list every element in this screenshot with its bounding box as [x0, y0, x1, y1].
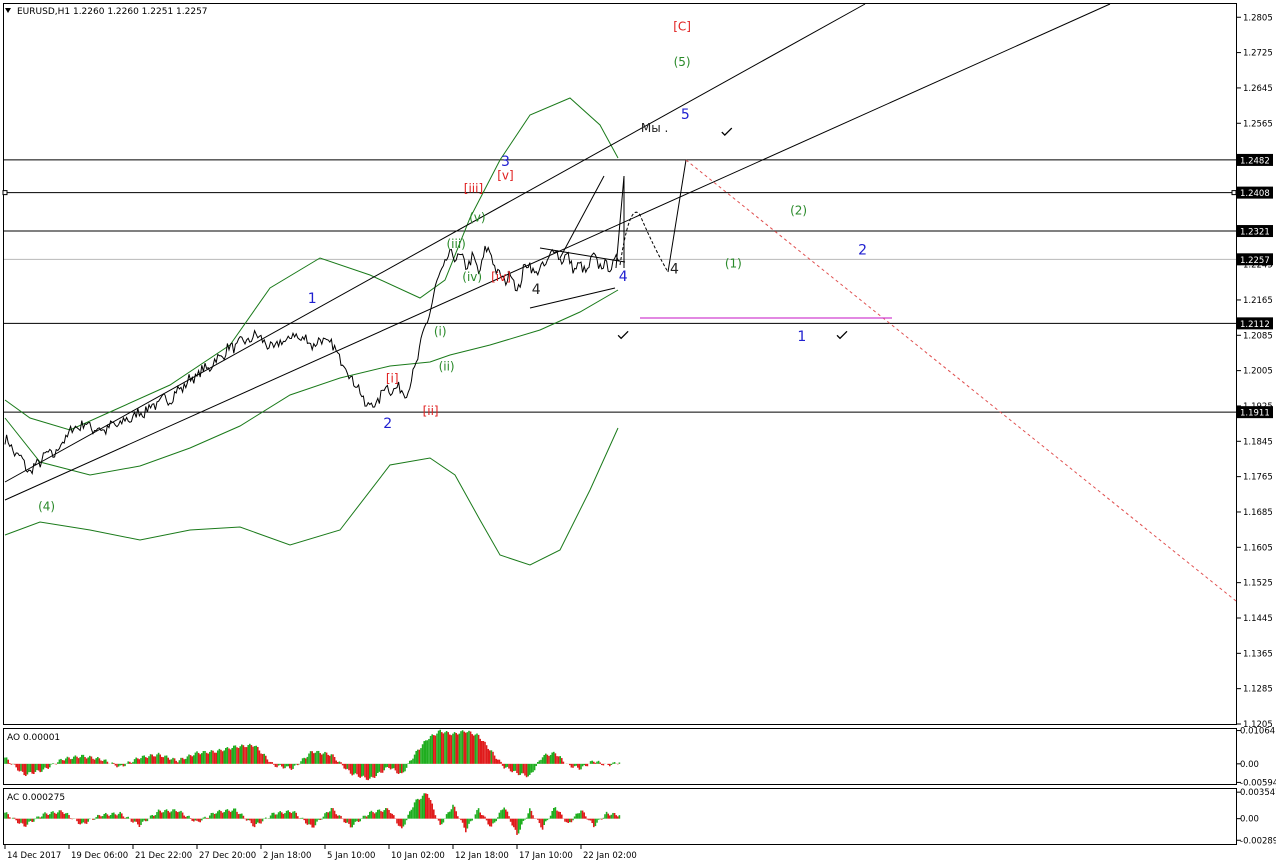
wave-label: 2: [383, 416, 392, 432]
ao-y-axis: 0.01064 0.00 -0.00594: [1237, 727, 1276, 788]
x-tick-label: 17 Jan 10:00: [519, 851, 573, 861]
x-tick-label: 19 Dec 06:00: [71, 851, 128, 861]
level-handle[interactable]: [1231, 190, 1237, 196]
y-tick-label: 1.2725: [1243, 49, 1273, 59]
wave-label: (iii): [447, 237, 466, 251]
wave-label: [iii]: [464, 182, 483, 196]
wave-label: [i]: [386, 372, 399, 386]
x-tick-label: 22 Jan 02:00: [583, 851, 637, 861]
x-tick-label: 10 Jan 02:00: [391, 851, 445, 861]
wave-label: 4: [619, 269, 628, 285]
y-tick-label: 1.2005: [1243, 367, 1273, 377]
x-tick-label: 27 Dec 20:00: [199, 851, 256, 861]
y-tick-label: 1.1765: [1243, 473, 1273, 483]
x-tick-label: 2 Jan 18:00: [263, 851, 311, 861]
y-tick-label: 1.2805: [1243, 13, 1273, 23]
wave-label: (v): [469, 210, 485, 224]
wave-label: (2): [790, 204, 807, 218]
wave-label: 1: [308, 291, 317, 307]
level-price-label: 1.2112: [1240, 320, 1270, 330]
wave-label: (ii): [439, 360, 455, 374]
main-panel-frame: [3, 3, 1237, 725]
ac-y-axis: 0.003547 0.00 -0.00289: [1237, 788, 1276, 846]
wave-label: 1: [797, 329, 806, 345]
wave-label: [v]: [497, 168, 513, 182]
osc-tick-label: 0.01064: [1240, 727, 1275, 737]
level-price-label: 1.2482: [1240, 156, 1270, 166]
x-axis: 14 Dec 2017 19 Dec 06:00 21 Dec 22:00 27 De…: [4, 845, 637, 861]
wave-label: (4): [38, 500, 55, 514]
wave-label: 4: [532, 282, 541, 298]
y-tick-label: 1.1445: [1243, 614, 1273, 624]
y-tick-label: 1.1365: [1243, 649, 1273, 659]
wave-label: [ii]: [423, 404, 439, 418]
osc-tick-label: 0.00: [1240, 815, 1259, 825]
osc-tick-label: 0.003547: [1240, 788, 1276, 798]
x-tick-label: 5 Jan 10:00: [327, 851, 375, 861]
wave-label: (i): [434, 324, 447, 338]
level-price-label: 1.2321: [1240, 228, 1270, 238]
y-tick-label: 1.2645: [1243, 84, 1273, 94]
y-tick-label: 1.2565: [1243, 119, 1273, 129]
y-tick-label: 1.1285: [1243, 685, 1273, 695]
x-tick-label: 14 Dec 2017: [7, 851, 61, 861]
level-price-label: 1.1911: [1240, 409, 1270, 419]
x-tick-label: 21 Dec 22:00: [135, 851, 192, 861]
chart-title: EURUSD,H1 1.2260 1.2260 1.2251 1.2257: [17, 7, 208, 17]
wave-label: (iv): [462, 270, 482, 284]
main-y-axis: 1.28051.27251.26451.25651.24851.24051.23…: [1237, 13, 1273, 730]
osc-tick-label: 0.00: [1240, 760, 1259, 770]
wave-label: [C]: [673, 20, 691, 34]
wave-label: (1): [725, 257, 742, 271]
y-tick-label: 1.1845: [1243, 437, 1273, 447]
y-tick-label: 1.1605: [1243, 543, 1273, 553]
wave-label: Мы .: [641, 121, 668, 135]
wave-label: (5): [674, 55, 691, 69]
osc-tick-label: -0.00594: [1240, 778, 1276, 788]
wave-label: 4: [670, 261, 679, 277]
wave-label: [iv]: [491, 270, 511, 284]
osc-tick-label: -0.00289: [1240, 836, 1276, 846]
y-tick-label: 1.2165: [1243, 296, 1273, 306]
level-price-label: 1.2257: [1240, 256, 1270, 266]
ao-panel-title: AO 0.00001: [7, 733, 60, 743]
y-tick-label: 1.1525: [1243, 579, 1273, 589]
y-tick-label: 1.2085: [1243, 331, 1273, 341]
trading-chart[interactable]: EURUSD,H1 1.2260 1.2260 1.2251 1.2257 1.…: [0, 0, 1276, 866]
level-handle[interactable]: [2, 190, 8, 196]
wave-label: 2: [858, 242, 867, 258]
ac-panel-title: AC 0.000275: [7, 793, 65, 803]
wave-label: 5: [681, 107, 690, 123]
x-tick-label: 12 Jan 18:00: [455, 851, 509, 861]
y-tick-label: 1.1685: [1243, 508, 1273, 518]
level-price-label: 1.2408: [1240, 189, 1270, 199]
